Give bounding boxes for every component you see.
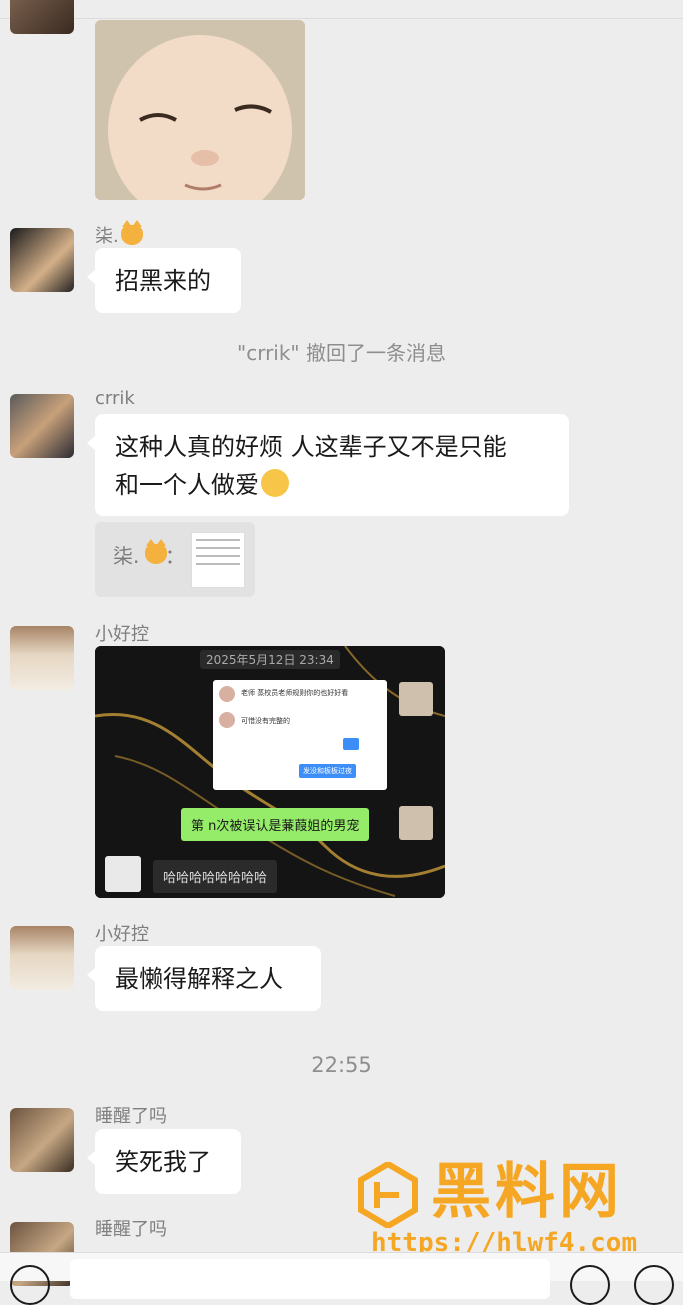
sweat-emoji-icon — [261, 469, 289, 497]
message-text: 笑死我了 — [115, 1148, 211, 1176]
message-bubble[interactable]: 最懒得解释之人 — [87, 946, 321, 1011]
inner-avatar — [399, 682, 433, 716]
photo-message[interactable] — [95, 20, 305, 200]
watermark-title: 黑料网 — [431, 1157, 623, 1227]
green-bubble: 第 n次被误认是蒹葭姐的男宠 — [181, 808, 370, 841]
inner-chat-text: 老师 蒸校员老师规则你的也好好看 — [241, 689, 349, 697]
emoji-icon[interactable] — [570, 1265, 610, 1305]
screenshot-image[interactable]: 2025年5月12日 23:34 老师 蒸校员老师规则你的也好好看 可惜没有完整… — [95, 646, 445, 898]
quote-block[interactable]: 柒. ： — [95, 522, 255, 597]
sender-name: 睡醒了吗 — [95, 1219, 167, 1240]
message-text: 和一个人做爱 — [115, 471, 259, 499]
image-timestamp: 2025年5月12日 23:34 — [200, 650, 340, 669]
avatar[interactable] — [10, 1108, 74, 1172]
inner-chat-card: 老师 蒸校员老师规则你的也好好看 可惜没有完整的 发没和板板过夜 — [213, 680, 387, 790]
message-text: 招黑来的 — [115, 267, 211, 295]
inner-chat-text: 发没和板板过夜 — [299, 764, 356, 778]
inner-chat-text: 哈哈哈哈哈哈哈哈 — [153, 860, 278, 893]
inner-avatar — [105, 856, 141, 892]
message-bubble[interactable]: 这种人真的好烦 人这辈子又不是只能 和一个人做爱 — [87, 414, 569, 516]
message-bubble[interactable]: 招黑来的 — [87, 248, 241, 313]
sender-name: crrik — [95, 388, 135, 409]
avatar[interactable] — [10, 926, 74, 990]
message-bubble[interactable]: 笑死我了 — [87, 1129, 241, 1194]
avatar[interactable] — [10, 228, 74, 292]
inner-chat-text: 可惜没有完整的 — [241, 717, 290, 725]
sender-name: 睡醒了吗 — [95, 1106, 167, 1127]
sender-name: 小好控 — [95, 924, 149, 945]
quote-sender: 柒. — [113, 544, 140, 568]
quote-thumbnail[interactable] — [191, 532, 245, 588]
sender-name: 柒. — [95, 220, 143, 248]
recall-notice: "crrik" 撤回了一条消息 — [237, 341, 446, 365]
input-bar — [0, 1252, 683, 1305]
avatar[interactable] — [10, 626, 74, 690]
quote-separator: ： — [165, 544, 185, 568]
baby-photo — [95, 20, 305, 200]
cat-emoji-icon — [145, 539, 167, 564]
avatar[interactable] — [10, 394, 74, 458]
time-divider: 22:55 — [311, 1053, 372, 1077]
sender-name: 小好控 — [95, 624, 149, 645]
avatar[interactable] — [10, 0, 74, 34]
plus-icon[interactable] — [634, 1265, 674, 1305]
inner-avatar — [399, 806, 433, 840]
message-text: 最懒得解释之人 — [115, 965, 283, 993]
watermark-logo-icon — [358, 1162, 418, 1228]
voice-icon[interactable] — [10, 1265, 50, 1305]
message-text: 这种人真的好烦 人这辈子又不是只能 — [115, 433, 507, 461]
cat-emoji-icon — [120, 220, 143, 245]
top-bar — [0, 0, 683, 19]
watermark: 黑料网 https://hlwf4.com — [355, 1157, 675, 1262]
message-input[interactable] — [70, 1259, 550, 1299]
